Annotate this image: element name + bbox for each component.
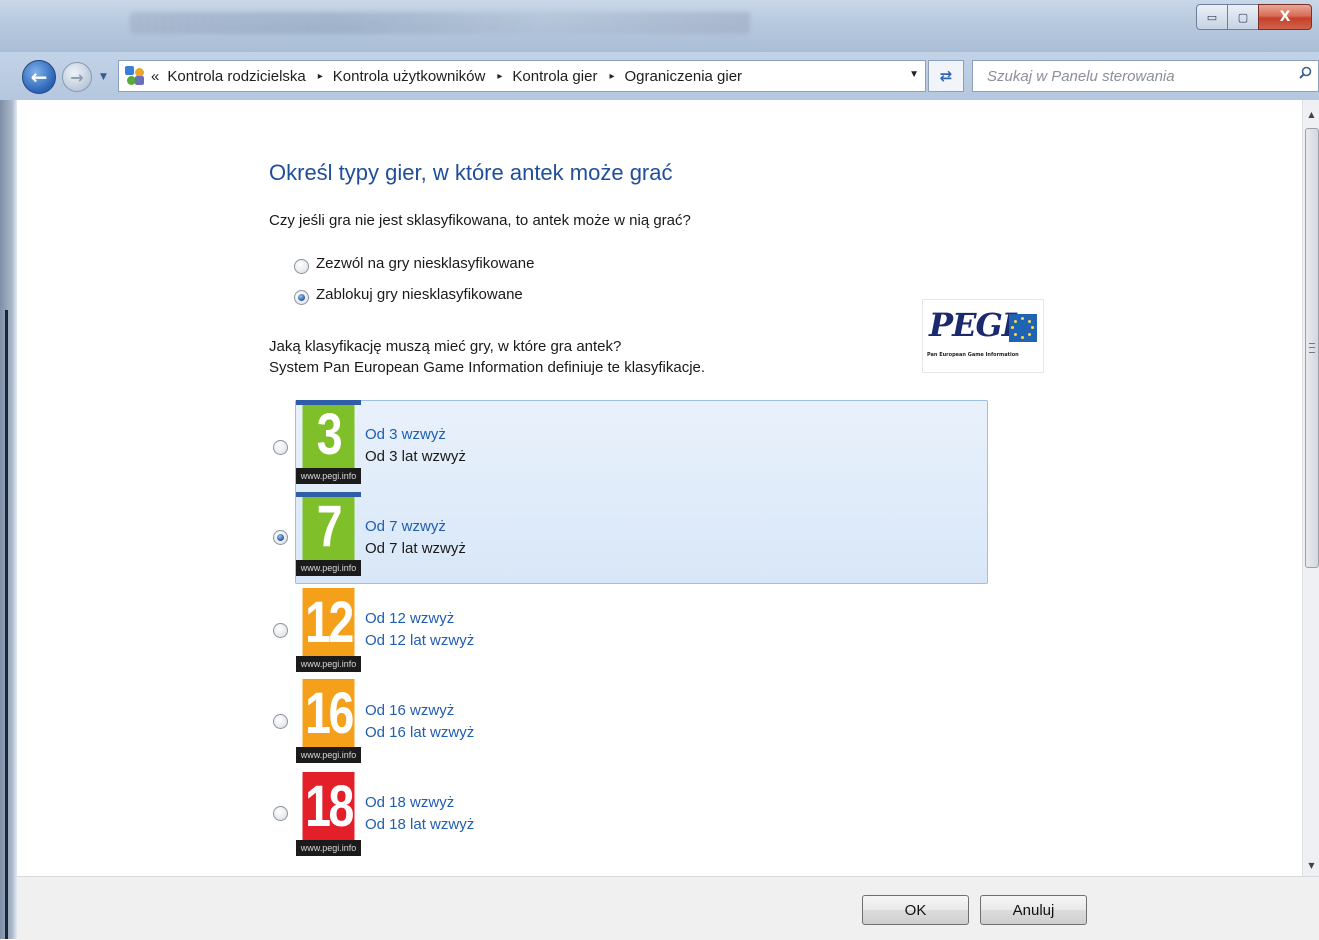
pegi-12-url: www.pegi.info: [296, 656, 361, 672]
breadcrumb-separator-icon[interactable]: ▸: [609, 71, 614, 82]
badge-selection-bar: [296, 492, 361, 497]
window-title-bar[interactable]: ▭ ▢ X: [0, 0, 1319, 52]
close-button[interactable]: X: [1258, 4, 1312, 30]
back-arrow-icon: ←: [30, 65, 48, 89]
vertical-scrollbar[interactable]: ▲ ▼: [1302, 100, 1319, 876]
breadcrumb-user-controls[interactable]: Kontrola użytkowników: [333, 68, 486, 85]
rating-question: Jaką klasyfikację muszą mieć gry, w któr…: [269, 338, 622, 355]
pegi-12-badge[interactable]: 12 www.pegi.info: [296, 588, 361, 672]
rating-16-radio[interactable]: [273, 714, 288, 729]
minimize-icon: ▭: [1206, 10, 1218, 24]
eu-flag-icon: [1009, 314, 1037, 342]
breadcrumb-separator-icon[interactable]: ▸: [318, 71, 323, 82]
rating-12-title[interactable]: Od 12 wzwyż: [365, 610, 454, 627]
window-controls: ▭ ▢ X: [1196, 4, 1312, 30]
scroll-up-icon[interactable]: ▲: [1303, 106, 1319, 123]
search-placeholder: Szukaj w Panelu sterowania: [987, 67, 1175, 85]
search-icon[interactable]: [1299, 66, 1312, 79]
address-overflow-icon[interactable]: «: [151, 68, 159, 85]
badge-selection-bar: [296, 400, 361, 405]
cancel-button[interactable]: Anuluj: [980, 895, 1087, 925]
block-unrated-radio[interactable]: [294, 290, 309, 305]
rating-12-radio[interactable]: [273, 623, 288, 638]
pegi-16-number: 16: [302, 679, 355, 747]
left-border-accent: [5, 310, 8, 939]
rating-3-radio[interactable]: [273, 440, 288, 455]
page-title: Określ typy gier, w które antek może gra…: [269, 160, 673, 185]
block-unrated-label[interactable]: Zablokuj gry niesklasyfikowane: [316, 286, 523, 303]
pegi-7-url: www.pegi.info: [296, 560, 361, 576]
maximize-icon: ▢: [1237, 10, 1249, 24]
forward-button[interactable]: →: [62, 62, 92, 92]
minimize-button[interactable]: ▭: [1196, 4, 1228, 30]
pegi-16-url: www.pegi.info: [296, 747, 361, 763]
pegi-18-badge[interactable]: 18 www.pegi.info: [296, 772, 361, 856]
rating-16-title[interactable]: Od 16 wzwyż: [365, 702, 454, 719]
refresh-button[interactable]: ⇄: [928, 60, 964, 92]
unrated-question: Czy jeśli gra nie jest sklasyfikowana, t…: [269, 212, 691, 229]
pegi-16-badge[interactable]: 16 www.pegi.info: [296, 679, 361, 763]
ok-button[interactable]: OK: [862, 895, 969, 925]
breadcrumb-game-controls[interactable]: Kontrola gier: [512, 68, 597, 85]
navigation-bar: ← → ▼ « Kontrola rodzicielska ▸ Kontrola…: [0, 52, 1319, 100]
pegi-18-number: 18: [302, 772, 355, 840]
dialog-footer: OK Anuluj: [17, 876, 1319, 940]
pegi-logo-word: PEGI: [929, 306, 1017, 344]
breadcrumb-parental-controls[interactable]: Kontrola rodzicielska: [167, 68, 305, 85]
address-dropdown-icon[interactable]: ▼: [909, 69, 919, 80]
forward-arrow-icon: →: [70, 67, 84, 87]
pegi-7-number: 7: [302, 492, 355, 560]
content-pane: Określ typy gier, w które antek może gra…: [17, 100, 1302, 876]
title-bar-blurred-area: [130, 12, 750, 34]
rating-16-desc: Od 16 lat wzwyż: [365, 724, 475, 741]
scrollbar-thumb[interactable]: [1305, 128, 1319, 568]
rating-18-radio[interactable]: [273, 806, 288, 821]
breadcrumb-separator-icon[interactable]: ▸: [497, 71, 502, 82]
refresh-icon: ⇄: [939, 67, 953, 85]
address-bar[interactable]: « Kontrola rodzicielska ▸ Kontrola użytk…: [118, 60, 926, 92]
maximize-button[interactable]: ▢: [1227, 4, 1259, 30]
rating-system-note: System Pan European Game Information def…: [269, 359, 706, 376]
scroll-down-icon[interactable]: ▼: [1303, 857, 1319, 874]
pegi-12-number: 12: [302, 588, 355, 656]
rating-3-desc: Od 3 lat wzwyż: [365, 448, 466, 465]
rating-18-title[interactable]: Od 18 wzwyż: [365, 794, 454, 811]
search-input[interactable]: Szukaj w Panelu sterowania: [972, 60, 1319, 92]
pegi-logo: PEGI Pan European Game Information: [922, 299, 1044, 373]
pegi-7-badge[interactable]: 7 www.pegi.info: [296, 492, 361, 576]
pegi-18-url: www.pegi.info: [296, 840, 361, 856]
rating-7-radio[interactable]: [273, 530, 288, 545]
back-button[interactable]: ←: [22, 60, 56, 94]
rating-3-title[interactable]: Od 3 wzwyż: [365, 426, 446, 443]
rating-12-desc: Od 12 lat wzwyż: [365, 632, 475, 649]
close-icon: X: [1279, 9, 1291, 25]
breadcrumb-game-restrictions[interactable]: Ograniczenia gier: [624, 68, 742, 85]
pegi-3-badge[interactable]: 3 www.pegi.info: [296, 400, 361, 484]
pegi-3-number: 3: [302, 400, 355, 468]
window-left-border: [0, 100, 17, 939]
pegi-3-url: www.pegi.info: [296, 468, 361, 484]
rating-7-desc: Od 7 lat wzwyż: [365, 540, 466, 557]
recent-pages-dropdown[interactable]: ▼: [100, 72, 107, 82]
allow-unrated-label[interactable]: Zezwól na gry niesklasyfikowane: [316, 255, 534, 272]
allow-unrated-radio[interactable]: [294, 259, 309, 274]
scrollbar-grip-icon: [1309, 343, 1315, 353]
pegi-logo-subtitle: Pan European Game Information: [927, 352, 1019, 358]
rating-7-title[interactable]: Od 7 wzwyż: [365, 518, 446, 535]
rating-18-desc: Od 18 lat wzwyż: [365, 816, 475, 833]
control-panel-icon: [125, 66, 145, 86]
